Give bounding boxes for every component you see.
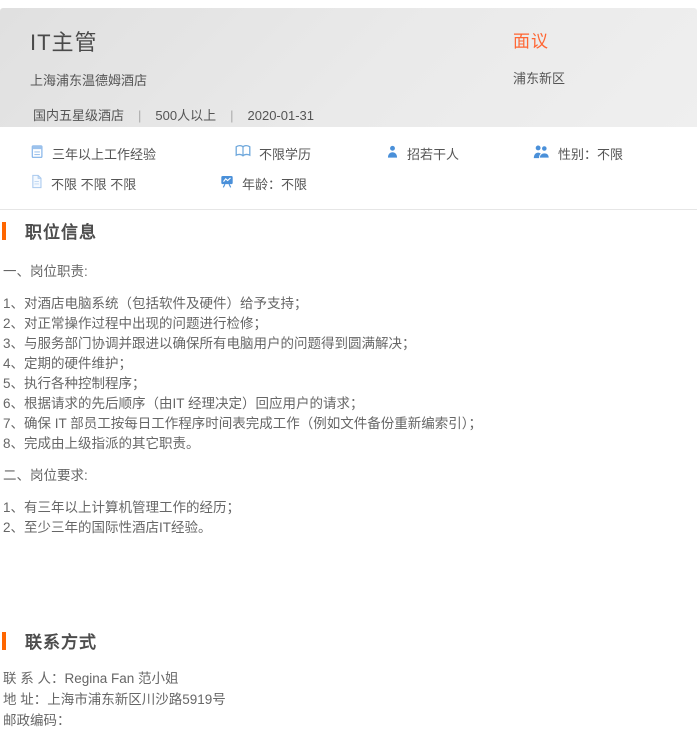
tag-headcount: 招若干人 (386, 144, 533, 163)
desc-line: 7、确保 IT 部员工按每日工作程序时间表完成工作（例如文件备份重新编索引）； (3, 414, 697, 434)
tag-experience: 三年以上工作经验 (30, 144, 235, 163)
job-info-section: 职位信息 一、岗位职责: 1、对酒店电脑系统（包括软件及硬件）给予支持； 2、对… (0, 220, 697, 538)
misc-document-icon (30, 174, 43, 192)
tag-education: 不限学历 (235, 144, 386, 163)
contact-postcode: 邮政编码： (3, 710, 697, 731)
headcount-person-icon (386, 144, 399, 162)
job-description: 一、岗位职责: 1、对酒店电脑系统（包括软件及硬件）给予支持； 2、对正常操作过… (0, 262, 697, 538)
tag-label: 三年以上工作经验 (52, 144, 156, 163)
job-header-right: 面议 浦东新区 (513, 27, 565, 87)
contact-section: 联系方式 联 系 人：Regina Fan 范小姐 地 址：上海市浦东新区川沙路… (0, 630, 697, 731)
section-title: 职位信息 (25, 218, 97, 243)
company-size: 500人以上 (155, 108, 216, 123)
desc-line: 一、岗位职责: (3, 262, 697, 282)
desc-line: 5、执行各种控制程序； (3, 374, 697, 394)
meta-separator: | (138, 108, 141, 123)
tag-age: 年龄：不限 (220, 174, 307, 193)
desc-line: 2、对正常操作过程中出现的问题进行检修； (3, 314, 697, 334)
desc-blank-line (3, 454, 697, 466)
job-header-panel: IT主管 上海浦东温德姆酒店 国内五星级酒店 | 500人以上 | 2020-01-31… (0, 8, 697, 127)
district-label: 浦东新区 (513, 68, 565, 87)
job-detail-page: IT主管 上海浦东温德姆酒店 国内五星级酒店 | 500人以上 | 2020-01-31… (0, 8, 697, 740)
tag-label: 招若干人 (407, 144, 459, 163)
desc-line: 4、定期的硬件维护； (3, 354, 697, 374)
section-accent-bar (2, 632, 6, 650)
tag-row-1: 三年以上工作经验 不限学历 招若干人 (30, 140, 697, 166)
contact-heading: 联系方式 (0, 630, 697, 651)
desc-line: 1、有三年以上计算机管理工作的经历； (3, 498, 697, 518)
desc-blank-line (3, 282, 697, 294)
desc-line: 3、与服务部门协调并跟进以确保所有电脑用户的问题得到圆满解决； (3, 334, 697, 354)
desc-blank-line (3, 486, 697, 498)
desc-line: 6、根据请求的先后顺序（由IT 经理决定）回应用户的请求； (3, 394, 697, 414)
tag-label: 年龄：不限 (242, 174, 307, 193)
desc-line: 8、完成由上级指派的其它职责。 (3, 434, 697, 454)
tag-label: 不限学历 (259, 144, 311, 163)
job-info-heading: 职位信息 (0, 220, 697, 241)
job-title: IT主管 (30, 25, 697, 57)
section-title: 联系方式 (25, 628, 97, 653)
meta-separator: | (230, 108, 233, 123)
section-divider (0, 209, 697, 210)
requirement-tags: 三年以上工作经验 不限学历 招若干人 (0, 127, 697, 196)
job-meta-row: 国内五星级酒店 | 500人以上 | 2020-01-31 (33, 105, 697, 124)
education-book-icon (235, 144, 251, 162)
desc-line: 二、岗位要求: (3, 466, 697, 486)
company-name: 上海浦东温德姆酒店 (30, 70, 697, 89)
section-accent-bar (2, 222, 6, 240)
tag-label: 性别：不限 (558, 144, 623, 163)
desc-line: 1、对酒店电脑系统（包括软件及硬件）给予支持； (3, 294, 697, 314)
hotel-grade: 国内五星级酒店 (33, 108, 124, 123)
tag-row-2: 不限 不限 不限 年龄：不限 (30, 170, 697, 196)
age-board-chart-icon (220, 174, 234, 192)
job-header-left: IT主管 上海浦东温德姆酒店 国内五星级酒店 | 500人以上 | 2020-01-31 (0, 8, 697, 124)
contact-info: 联 系 人：Regina Fan 范小姐 地 址：上海市浦东新区川沙路5919号… (0, 668, 697, 731)
tag-gender: 性别：不限 (533, 144, 623, 163)
experience-clipboard-icon (30, 144, 44, 162)
gender-people-icon (533, 144, 550, 162)
salary-label: 面议 (513, 27, 565, 52)
tag-label: 不限 不限 不限 (51, 174, 136, 193)
contact-person: 联 系 人：Regina Fan 范小姐 (3, 668, 697, 689)
contact-address: 地 址：上海市浦东新区川沙路5919号 (3, 689, 697, 710)
desc-line: 2、至少三年的国际性酒店IT经验。 (3, 518, 697, 538)
post-date: 2020-01-31 (248, 108, 315, 123)
tag-misc: 不限 不限 不限 (30, 174, 220, 193)
